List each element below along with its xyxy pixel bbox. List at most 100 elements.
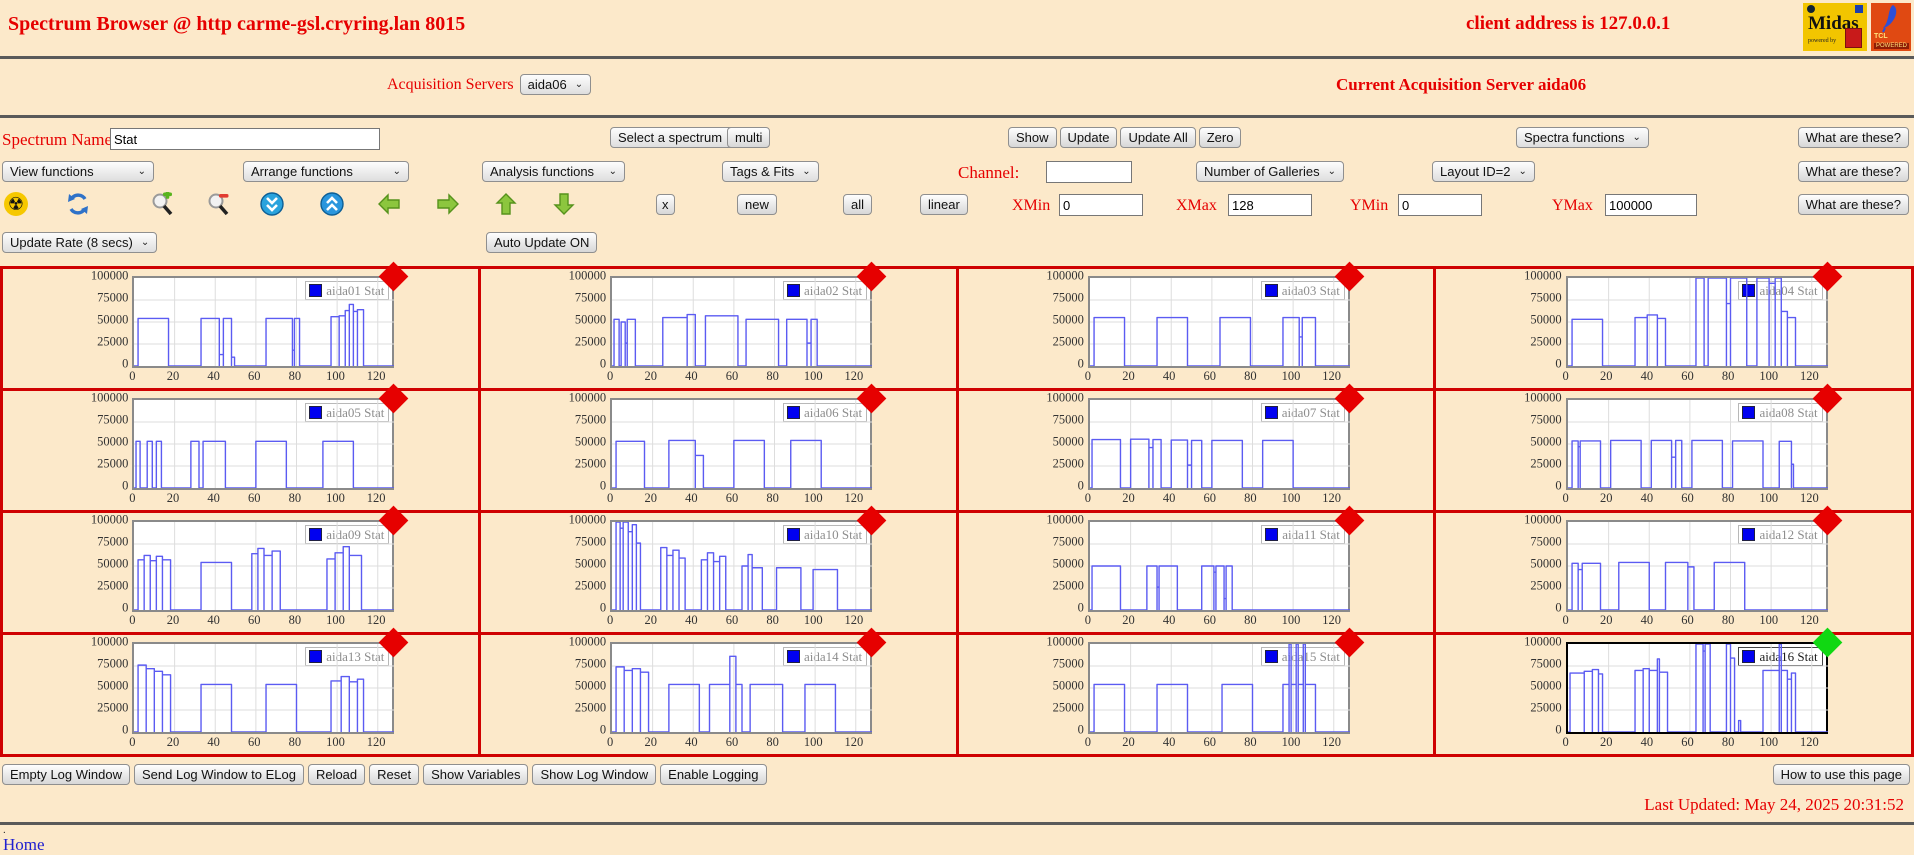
y-tick-label: 75000 [1530, 534, 1562, 549]
y-tick-label: 100000 [1524, 268, 1562, 283]
chevron-down-icon: ⌄ [802, 166, 811, 177]
y-tick-label: 25000 [97, 578, 129, 593]
plot-area[interactable]: aida07 Stat [1087, 383, 1365, 490]
zoom-in-icon[interactable] [150, 189, 174, 216]
what-are-these-button-2[interactable]: What are these? [1797, 161, 1909, 182]
all-button[interactable]: all [843, 194, 873, 215]
update-rate-dropdown[interactable]: Update Rate (8 secs) ⌄ [2, 232, 158, 253]
show-log-window-button[interactable]: Show Log Window [532, 764, 657, 785]
arrow-right-icon[interactable] [436, 192, 460, 216]
acquisition-row: Acquisition Servers aida06 ⌄ Current Acq… [0, 59, 1914, 115]
ymax-input[interactable] [1605, 194, 1697, 216]
gallery-cell[interactable]: 0 25000 50000 75000 100000 aida11 Stat 0 20 40 60… [958, 505, 1437, 635]
plot-area[interactable]: aida15 Stat [1087, 627, 1365, 734]
xmin-input[interactable] [1059, 194, 1143, 216]
plot-area[interactable]: aida01 Stat [132, 261, 409, 368]
chevron-down-icon: ⌄ [608, 166, 617, 177]
channel-input[interactable] [1046, 161, 1132, 183]
auto-update-button[interactable]: Auto Update ON [486, 232, 598, 253]
plot-area[interactable]: aida09 Stat [132, 505, 409, 612]
plot-area[interactable]: aida16 Stat [1565, 627, 1842, 734]
plot-area[interactable]: aida10 Stat [610, 505, 887, 612]
multi-button[interactable]: multi [727, 127, 771, 148]
gallery-cell[interactable]: 0 25000 50000 75000 100000 aida10 Stat 0 20 40 60… [480, 505, 959, 635]
refresh-icon[interactable] [66, 192, 90, 216]
gallery-cell[interactable]: 0 25000 50000 75000 100000 aida07 Stat 0 20 40 60… [958, 383, 1437, 513]
plot-area[interactable]: aida11 Stat [1087, 505, 1365, 612]
arrange-functions-dropdown[interactable]: Arrange functions ⌄ [243, 161, 409, 182]
gallery-cell[interactable]: 0 25000 50000 75000 100000 aida06 Stat 0 20 40 60… [480, 383, 959, 513]
plot-area[interactable]: aida08 Stat [1565, 383, 1842, 490]
gallery-cell[interactable]: 0 25000 50000 75000 100000 aida15 Stat 0 20 40 60… [958, 627, 1437, 757]
home-link[interactable]: Home [3, 835, 45, 855]
plot-area[interactable]: aida06 Stat [610, 383, 887, 490]
show-button[interactable]: Show [1008, 127, 1057, 148]
plot-area[interactable]: aida13 Stat [132, 627, 409, 734]
how-to-use-button[interactable]: How to use this page [1772, 764, 1910, 785]
reload-button[interactable]: Reload [307, 764, 366, 785]
show-variables-button[interactable]: Show Variables [423, 764, 529, 785]
update-all-button[interactable]: Update All [1120, 127, 1196, 148]
zoom-out-icon[interactable] [206, 192, 230, 216]
what-are-these-button-3[interactable]: What are these? [1797, 194, 1909, 215]
plot-area[interactable]: aida05 Stat [132, 383, 409, 490]
gallery-cell[interactable]: 0 25000 50000 75000 100000 aida12 Stat 0 20 40 60… [1436, 505, 1914, 635]
gallery-cell[interactable]: 0 25000 50000 75000 100000 aida02 Stat 0 20 40 60… [480, 261, 959, 391]
spectrum-chart: 0 25000 50000 75000 100000 aida02 Stat 0 20 40 60… [564, 261, 887, 383]
send-log-window-to-elog-button[interactable]: Send Log Window to ELog [134, 764, 304, 785]
view-functions-dropdown[interactable]: View functions ⌄ [2, 161, 154, 182]
number-of-galleries-dropdown[interactable]: Number of Galleries ⌄ [1196, 161, 1344, 182]
gallery-cell[interactable]: 0 25000 50000 75000 100000 aida13 Stat 0 20 40 60… [3, 627, 481, 757]
x-tick-label: 80 [288, 369, 302, 383]
x-button[interactable]: x [656, 194, 675, 215]
expand-icon[interactable] [320, 192, 344, 216]
tags-fits-dropdown[interactable]: Tags & Fits ⌄ [722, 161, 819, 182]
gallery-cell[interactable]: 0 25000 50000 75000 100000 aida08 Stat 0 20 40 60… [1436, 383, 1914, 513]
update-button[interactable]: Update [1059, 127, 1118, 148]
arrow-left-icon[interactable] [377, 192, 401, 216]
plot-area[interactable]: aida14 Stat [610, 627, 887, 734]
what-are-these-button-1[interactable]: What are these? [1797, 127, 1909, 148]
spectrum-chart: 0 25000 50000 75000 100000 aida05 Stat 0 20 40 60… [86, 383, 409, 505]
spectra-functions-value: Spectra functions [1524, 130, 1625, 145]
select-spectrum-dropdown[interactable]: Select a spectrum ⌄ [610, 127, 747, 148]
x-tick-label: 60 [1681, 491, 1694, 505]
zero-button[interactable]: Zero [1198, 127, 1242, 148]
radiation-icon[interactable]: ☢ [4, 192, 28, 216]
gallery-cell[interactable]: 0 25000 50000 75000 100000 aida04 Stat 0 20 40 60… [1436, 261, 1914, 391]
gallery-cell[interactable]: 0 25000 50000 75000 100000 aida09 Stat 0 20 40 60… [3, 505, 481, 635]
x-axis-labels: 0 20 40 60 80 100 120 [129, 612, 392, 627]
x-tick-label: 20 [166, 735, 180, 749]
spectrum-line [134, 278, 395, 366]
acquisition-server-select[interactable]: aida06 ⌄ [519, 74, 592, 95]
spectra-functions-dropdown[interactable]: Spectra functions ⌄ [1516, 127, 1649, 148]
enable-logging-button[interactable]: Enable Logging [660, 764, 767, 785]
analysis-functions-dropdown[interactable]: Analysis functions ⌄ [482, 161, 625, 182]
plot-area[interactable]: aida04 Stat [1565, 261, 1842, 368]
gallery-cell[interactable]: 0 25000 50000 75000 100000 aida01 Stat 0 20 40 60… [3, 261, 481, 391]
ymin-input[interactable] [1398, 194, 1482, 216]
y-tick-label: 50000 [1530, 678, 1562, 693]
plot-area[interactable]: aida02 Stat [610, 261, 887, 368]
reset-button[interactable]: Reset [369, 764, 420, 785]
empty-log-window-button[interactable]: Empty Log Window [2, 764, 130, 785]
spectrum-name-input[interactable] [110, 128, 380, 150]
plot-area[interactable]: aida03 Stat [1087, 261, 1365, 368]
y-axis-labels: 0 25000 50000 75000 100000 [1042, 635, 1088, 737]
gallery-cell[interactable]: 0 25000 50000 75000 100000 aida03 Stat 0 20 40 60… [958, 261, 1437, 391]
midas-shield-icon [1855, 5, 1863, 13]
xmax-input[interactable] [1228, 194, 1312, 216]
x-tick-label: 0 [129, 369, 136, 383]
chevron-down-icon: ⌄ [137, 166, 146, 177]
gallery-cell[interactable]: 0 25000 50000 75000 100000 aida16 Stat 0 20 40 60… [1436, 627, 1914, 757]
gallery-cell[interactable]: 0 25000 50000 75000 100000 aida14 Stat 0 20 40 60… [480, 627, 959, 757]
arrow-down-icon[interactable] [552, 192, 576, 216]
linear-button[interactable]: linear [920, 194, 968, 215]
y-tick-label: 75000 [97, 290, 129, 305]
collapse-icon[interactable] [260, 192, 284, 216]
new-button[interactable]: new [737, 194, 777, 215]
plot-area[interactable]: aida12 Stat [1565, 505, 1842, 612]
gallery-cell[interactable]: 0 25000 50000 75000 100000 aida05 Stat 0 20 40 60… [3, 383, 481, 513]
layout-id-dropdown[interactable]: Layout ID=2 ⌄ [1432, 161, 1535, 182]
arrow-up-icon[interactable] [494, 192, 518, 216]
